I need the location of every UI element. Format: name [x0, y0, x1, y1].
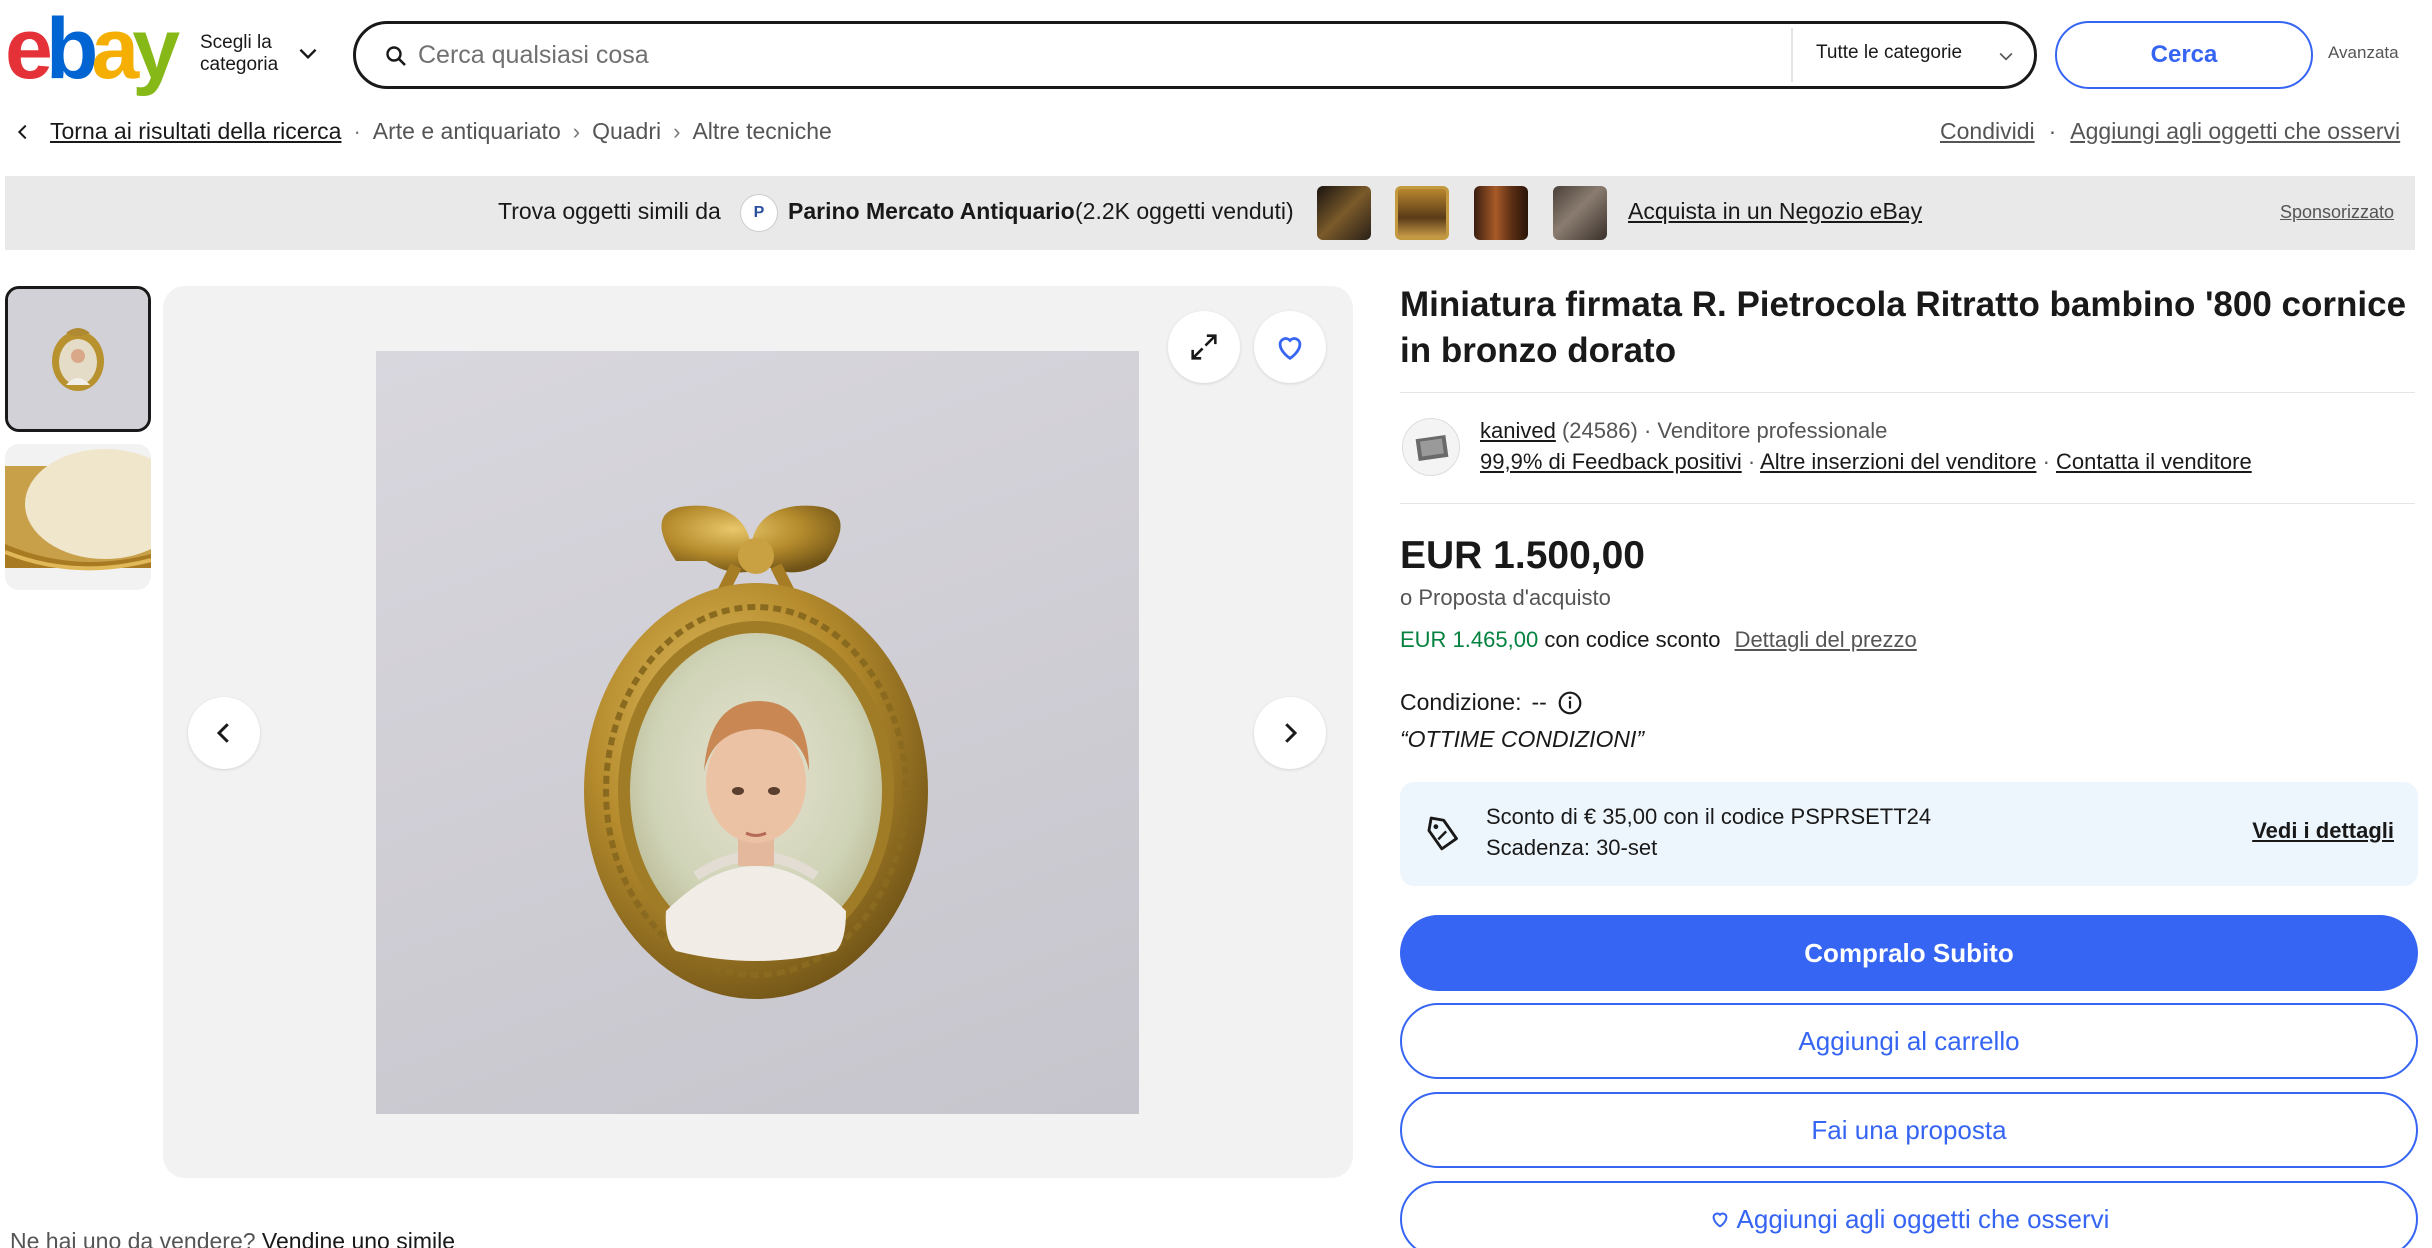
condition-value: -- — [1531, 689, 1547, 715]
logo-letter-e: e — [5, 1, 53, 97]
chevron-down-icon — [1999, 52, 2013, 61]
watch-button-label: Aggiungi agli oggetti che osservi — [1736, 1203, 2110, 1234]
seller-avatar-image — [1415, 435, 1449, 461]
add-to-cart-button[interactable]: Aggiungi al carrello — [1400, 1003, 2418, 1079]
divider — [1400, 392, 2415, 393]
price-details-link[interactable]: Dettagli del prezzo — [1735, 627, 1917, 652]
promo-intro: Trova oggetti simili da — [498, 198, 721, 224]
store-sold-count: (2.2K oggetti venduti) — [1075, 198, 1294, 224]
seller-separator: · — [2042, 449, 2050, 474]
coupon-expiry: Scadenza: 30-set — [1486, 835, 1658, 860]
search-button[interactable]: Cerca — [2055, 21, 2313, 89]
make-offer-button[interactable]: Fai una proposta — [1400, 1092, 2418, 1168]
seller-name-link[interactable]: kanived — [1480, 418, 1556, 443]
best-offer-label: o Proposta d'acquisto — [1400, 585, 1611, 610]
coupon-details-link[interactable]: Vedi i dettagli — [2252, 818, 2394, 844]
sell-note-text: Ne hai uno da vendere? — [10, 1228, 256, 1248]
logo-letter-a: a — [91, 1, 139, 97]
previous-image-button[interactable] — [188, 697, 260, 769]
watch-link[interactable]: Aggiungi agli oggetti che osservi — [2070, 118, 2400, 145]
divider — [1400, 503, 2415, 504]
breadcrumb-chevron-icon: › — [673, 118, 681, 144]
seller-type: Venditore professionale — [1657, 418, 1888, 443]
search-icon — [386, 46, 406, 66]
logo-letter-b: b — [45, 1, 98, 97]
coupon-price-line: EUR 1.465,00 con codice sconto Dettagli … — [1400, 627, 1917, 653]
fullscreen-button[interactable] — [1168, 311, 1240, 383]
breadcrumb-item[interactable]: Arte e antiquariato — [373, 118, 561, 145]
gallery-thumbnail-1[interactable] — [5, 286, 151, 432]
main-item-photo[interactable] — [376, 351, 1139, 1114]
store-item-thumbnail[interactable] — [1317, 186, 1371, 240]
sponsored-store-banner: Trova oggetti simili da P Parino Mercato… — [5, 176, 2415, 250]
add-to-watchlist-button[interactable]: Aggiungi agli oggetti che osservi — [1400, 1181, 2418, 1248]
condition-row: Condizione: -- — [1400, 689, 1583, 716]
contact-seller-link[interactable]: Contatta il venditore — [2056, 449, 2252, 474]
store-logo[interactable]: P — [740, 194, 778, 232]
store-item-thumbnail[interactable] — [1395, 186, 1449, 240]
chevron-right-icon — [1285, 723, 1298, 743]
heart-icon — [1712, 1212, 1727, 1228]
ebay-store-link[interactable]: Acquista in un Negozio eBay — [1628, 198, 1922, 225]
logo-letter-y: y — [132, 1, 180, 97]
coupon-price-text: con codice sconto — [1544, 627, 1721, 652]
seller-info: kanived (24586) · Venditore professional… — [1480, 418, 1887, 444]
sell-similar-link[interactable]: Vendine uno simile — [262, 1228, 455, 1248]
sell-similar-note: Ne hai uno da vendere? Vendine uno simil… — [10, 1228, 455, 1248]
chevron-left-icon — [216, 723, 229, 743]
seller-separator: · — [1643, 418, 1652, 443]
info-icon[interactable] — [1557, 690, 1583, 716]
top-actions: Condividi · Aggiungi agli oggetti che os… — [1940, 118, 2400, 145]
store-item-thumbnail[interactable] — [1553, 186, 1607, 240]
gallery-thumbnail-2[interactable] — [5, 444, 151, 590]
portrait-thumbnail-image — [8, 289, 148, 429]
breadcrumb: Torna ai risultati della ricerca · Arte … — [50, 118, 832, 145]
seller-feedback-link[interactable]: 99,9% di Feedback positivi — [1480, 449, 1742, 474]
chevron-left-icon[interactable] — [12, 121, 34, 143]
next-image-button[interactable] — [1254, 697, 1326, 769]
breadcrumb-item[interactable]: Altre tecniche — [692, 118, 831, 145]
detail-thumbnail-image — [5, 444, 151, 590]
portrait-miniature-image — [584, 505, 928, 999]
store-item-thumbnail[interactable] — [1474, 186, 1528, 240]
seller-links: 99,9% di Feedback positivi · Altre inser… — [1480, 449, 2252, 475]
heart-icon — [1278, 337, 1302, 361]
item-price: EUR 1.500,00 — [1400, 534, 1645, 577]
condition-label: Condizione: — [1400, 689, 1522, 715]
breadcrumb-separator: · — [353, 118, 361, 144]
coupon-price: EUR 1.465,00 — [1400, 627, 1539, 652]
expand-icon — [1191, 334, 1217, 360]
chevron-down-icon — [299, 48, 317, 60]
search-divider — [1791, 28, 1793, 82]
seller-other-listings-link[interactable]: Altre inserzioni del venditore — [1760, 449, 2036, 474]
ebay-logo[interactable]: ebay — [5, 6, 185, 92]
back-to-results-link[interactable]: Torna ai risultati della ricerca — [50, 118, 341, 145]
store-name[interactable]: Parino Mercato Antiquario — [788, 198, 1075, 225]
sponsored-label[interactable]: Sponsorizzato — [2280, 202, 2394, 223]
search-bar: Tutte le categorie — [353, 21, 2037, 89]
coupon-banner: Sconto di € 35,00 con il codice PSPRSETT… — [1400, 782, 2418, 886]
watch-heart-button[interactable] — [1254, 311, 1326, 383]
share-link[interactable]: Condividi — [1940, 118, 2035, 145]
condition-description: “OTTIME CONDIZIONI” — [1400, 726, 1645, 752]
seller-separator: · — [1747, 449, 1756, 474]
buy-now-button[interactable]: Compralo Subito — [1400, 915, 2418, 991]
top-actions-separator: · — [2048, 118, 2057, 144]
coupon-text: Sconto di € 35,00 con il codice PSPRSETT… — [1486, 804, 1932, 829]
breadcrumb-item[interactable]: Quadri — [592, 118, 661, 145]
advanced-search-link[interactable]: Avanzata — [2328, 43, 2399, 63]
search-input[interactable] — [418, 36, 1718, 74]
breadcrumb-chevron-icon: › — [572, 118, 581, 144]
seller-score: (24586) — [1561, 418, 1638, 443]
all-categories-select[interactable]: Tutte le categorie — [1816, 42, 1962, 64]
coupon-tag-icon — [1427, 816, 1458, 851]
seller-avatar[interactable] — [1402, 418, 1460, 476]
item-title: Miniatura firmata R. Pietrocola Ritratto… — [1400, 285, 2407, 370]
category-picker[interactable]: Scegli la categoria — [200, 32, 325, 78]
